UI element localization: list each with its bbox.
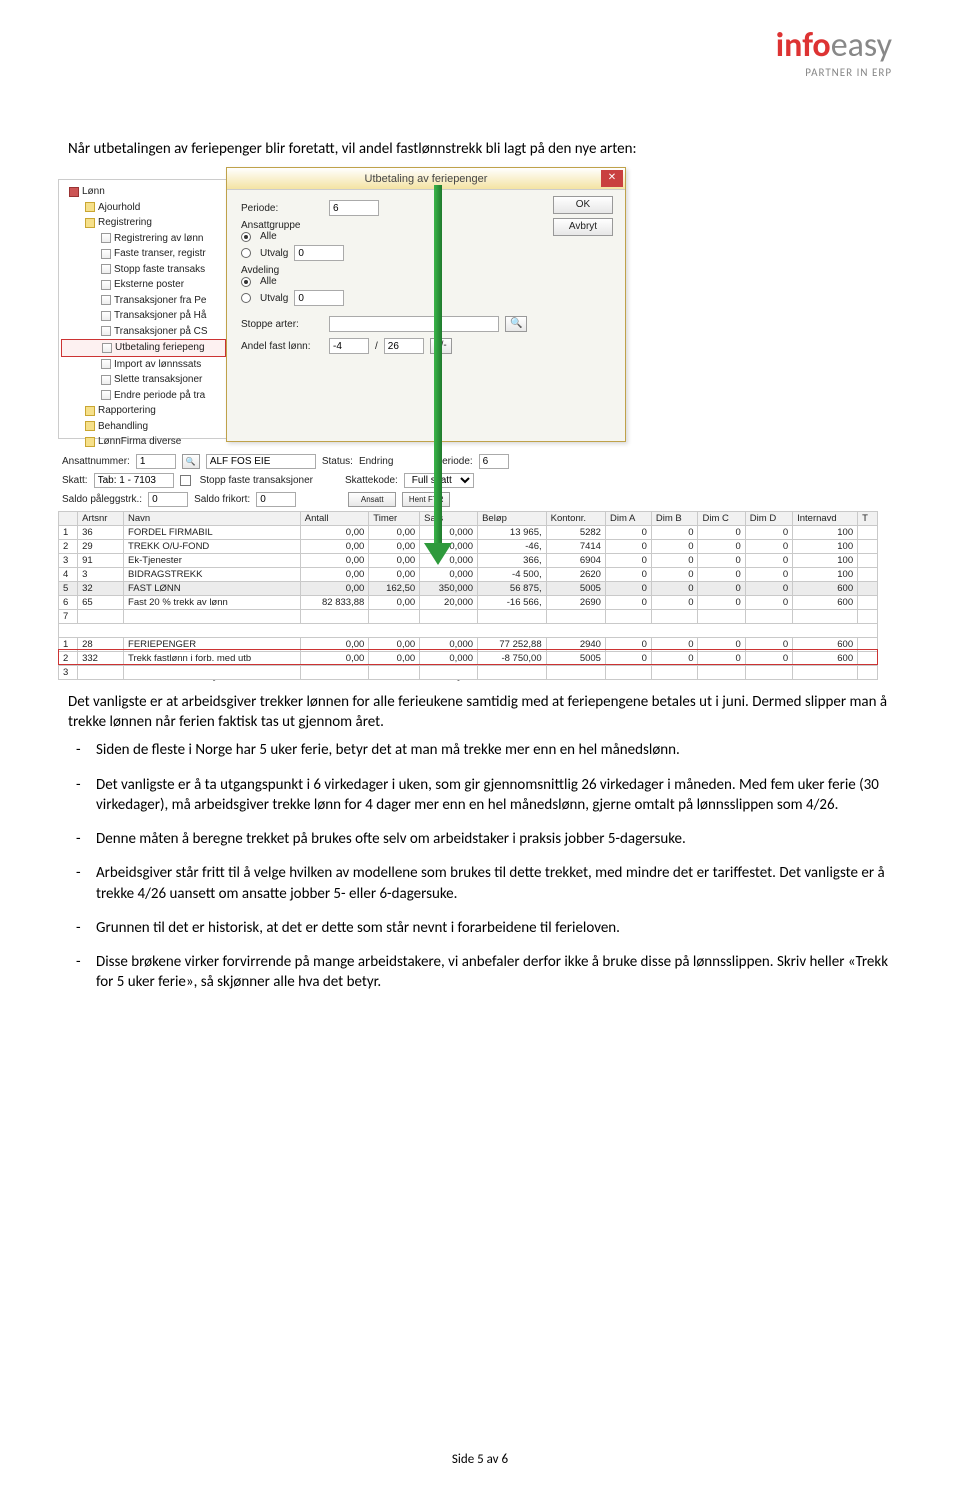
saldo-f-input[interactable] [256, 492, 296, 507]
col-header: Antall [300, 512, 369, 526]
table-row[interactable]: 128FERIEPENGER0,000,000,00077 252,882940… [59, 638, 878, 652]
col-header: Navn [124, 512, 301, 526]
table-row[interactable]: 2332Trekk fastlønn i forb. med utb0,000,… [59, 652, 878, 666]
tree-ajourhold[interactable]: Ajourhold [98, 202, 140, 213]
col-header [59, 512, 78, 526]
bullet-list: Siden de fleste i Norge har 5 uker ferie… [68, 740, 892, 992]
tree-item[interactable]: Import av lønnssats [114, 359, 201, 370]
col-header: Kontonr. [546, 512, 605, 526]
col-header: Beløp [478, 512, 547, 526]
radio-utvalg[interactable] [241, 248, 251, 258]
tree-lonnfirma[interactable]: LønnFirma diverse [98, 436, 181, 447]
ansattnr-label: Ansattnummer: [62, 456, 130, 467]
ok-button[interactable]: OK [553, 196, 613, 214]
dialog-title: Utbetaling av feriepenger [227, 168, 625, 190]
annotation-arrow [430, 185, 446, 565]
status-label: Status: [322, 456, 353, 467]
andel-label: Andel fast lønn: [241, 341, 323, 352]
tree-item[interactable]: Faste transer, registr [114, 248, 206, 259]
ansattnr-input[interactable] [136, 454, 176, 469]
table-row[interactable]: 532FAST LØNN0,00162,50350,00056 875,5005… [59, 582, 878, 596]
skatt-label: Skatt: [62, 475, 88, 486]
stoppe-label: Stoppe arter: [241, 319, 323, 330]
col-header: T [858, 512, 878, 526]
list-item: Grunnen til det er historisk, at det er … [96, 918, 892, 938]
tree-item[interactable]: Eksterne poster [114, 279, 184, 290]
skattekode-label: Skattekode: [345, 475, 398, 486]
table-row[interactable]: 43BIDRAGSTREKK0,000,000,000-4 500,262000… [59, 568, 878, 582]
brand-logo: infoeasy PARTNER IN ERP [68, 25, 892, 79]
status-value: Endring [359, 456, 393, 467]
list-item: Det vanligste er å ta utgangspunkt i 6 v… [96, 775, 892, 816]
table-row[interactable]: 136FORDEL FIRMABIL0,000,000,00013 965,52… [59, 526, 878, 540]
col-header: Artsnr [78, 512, 124, 526]
tree-item[interactable]: Transaksjoner fra Pe [114, 295, 206, 306]
table-row[interactable]: 7 [59, 610, 878, 624]
skatt-input[interactable] [94, 473, 174, 488]
nav-tree: Lønn Ajourhold Registrering Registrering… [58, 179, 228, 439]
radio-avd-utvalg[interactable] [241, 293, 251, 303]
andel-sep: / [375, 341, 378, 352]
table-row[interactable]: 3 [59, 666, 878, 680]
col-header: Dim B [651, 512, 698, 526]
periode-input2[interactable] [479, 454, 509, 469]
stopp-checkbox[interactable] [180, 475, 191, 486]
tree-registrering[interactable]: Registrering [98, 217, 152, 228]
tree-behandling[interactable]: Behandling [98, 421, 148, 432]
tree-item[interactable]: Transaksjoner på Hå [114, 310, 206, 321]
app-screenshot: Lønn Ajourhold Registrering Registrering… [58, 167, 878, 597]
close-icon[interactable]: ✕ [601, 170, 623, 187]
andel-b-input[interactable] [384, 338, 424, 354]
paragraph: Det vanligste er at arbeidsgiver trekker… [68, 692, 892, 733]
stopp-label: Stopp faste transaksjoner [200, 475, 313, 486]
tree-item[interactable]: Registrering av lønn [114, 233, 203, 244]
col-header: Dim C [698, 512, 745, 526]
col-header: Timer [369, 512, 420, 526]
table-row[interactable]: 665Fast 20 % trekk av lønn82 833,880,002… [59, 596, 878, 610]
list-item: Arbeidsgiver står fritt til å velge hvil… [96, 863, 892, 904]
search-icon[interactable]: 🔍 [505, 316, 527, 332]
avdeling-label: Avdeling [241, 265, 615, 276]
saldo-f-label: Saldo frikort: [194, 494, 250, 505]
tree-rapportering[interactable]: Rapportering [98, 405, 156, 416]
transaction-grid-area: Ansattnummer: 🔍 Status: Endring Periode:… [58, 452, 878, 680]
col-header: Sats [420, 512, 478, 526]
table-row[interactable]: 229TREKK O/U-FOND0,000,000,000-46,741400… [59, 540, 878, 554]
tree-item-selected[interactable]: Utbetaling feriepeng [115, 342, 205, 353]
page-footer: Side 5 av 6 [0, 1452, 960, 1467]
saldo-p-label: Saldo påleggstrk.: [62, 494, 142, 505]
col-header: Internavd [793, 512, 858, 526]
brand-tagline: PARTNER IN ERP [68, 66, 892, 79]
avd-utvalg-input[interactable] [294, 290, 344, 306]
col-header: Dim D [745, 512, 792, 526]
tree-item[interactable]: Stopp faste transaks [114, 264, 205, 275]
table-row[interactable]: 391Ek-Tjenester0,000,000,000366,69040000… [59, 554, 878, 568]
tree-item[interactable]: Slette transaksjoner [114, 374, 202, 385]
andel-a-input[interactable] [329, 338, 369, 354]
periode-input[interactable] [329, 200, 379, 216]
saldo-p-input[interactable] [148, 492, 188, 507]
radio-avd-alle[interactable] [241, 277, 251, 287]
ansatt-button[interactable]: Ansatt [348, 492, 396, 507]
col-header: Dim A [605, 512, 651, 526]
radio-alle[interactable] [241, 232, 251, 242]
periode-label: Periode: [241, 203, 323, 214]
list-item: Siden de fleste i Norge har 5 uker ferie… [96, 740, 892, 760]
cancel-button[interactable]: Avbryt [553, 218, 613, 236]
ansatt-navn[interactable] [206, 454, 316, 469]
transactions-table: ArtsnrNavnAntallTimerSatsBeløpKontonr.Di… [58, 511, 878, 680]
intro-paragraph: Når utbetalingen av feriepenger blir for… [68, 139, 892, 159]
list-item: Denne måten å beregne trekket på brukes … [96, 829, 892, 849]
dialog-utbetaling: Utbetaling av feriepenger ✕ OK Avbryt Pe… [226, 167, 626, 442]
search-icon[interactable]: 🔍 [182, 454, 200, 469]
stoppe-input[interactable] [329, 316, 499, 332]
utvalg-input[interactable] [294, 245, 344, 261]
list-item: Disse brøkene virker forvirrende på mang… [96, 952, 892, 993]
tree-item[interactable]: Transaksjoner på CS [114, 326, 208, 337]
tree-root: Lønn [82, 186, 105, 197]
tree-item[interactable]: Endre periode på tra [114, 390, 205, 401]
